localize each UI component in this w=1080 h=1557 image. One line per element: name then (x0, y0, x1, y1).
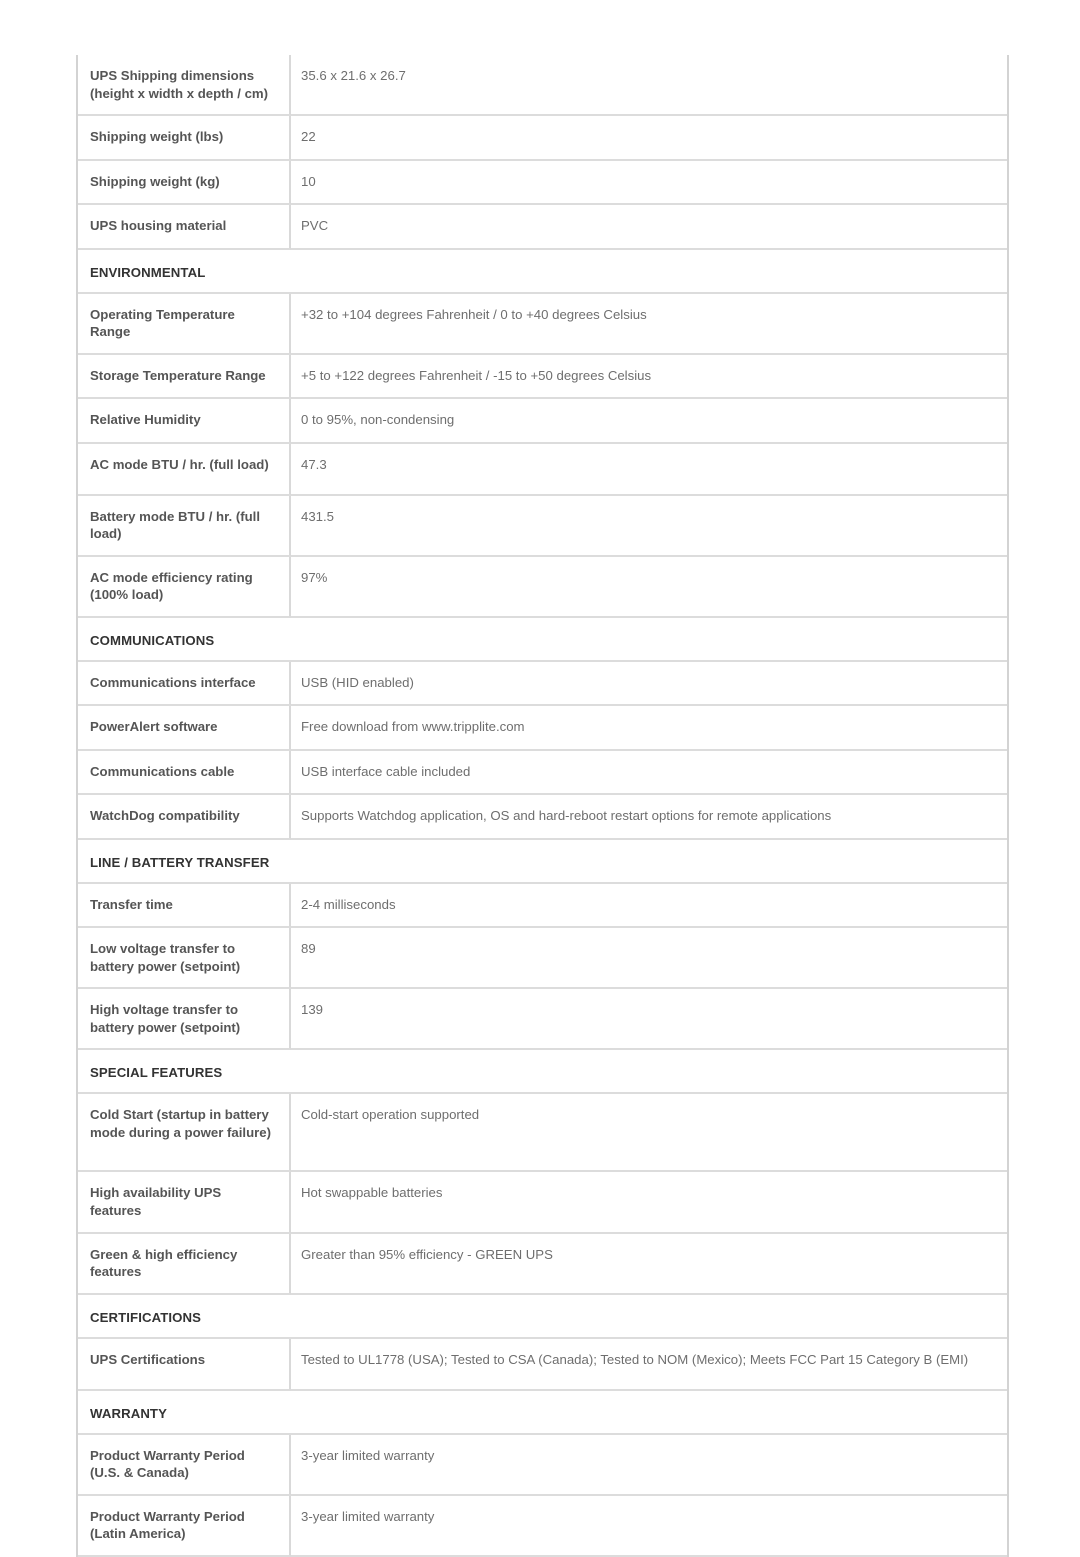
spec-label: Communications interface (78, 661, 291, 707)
spec-value: PVC (291, 205, 1007, 250)
spec-row: Product Warranty Period (Latin America) 3… (78, 1495, 1007, 1557)
spec-section-title: WARRANTY (78, 1390, 1007, 1435)
spec-label: Shipping weight (kg) (78, 160, 291, 206)
specification-page: UPS Shipping dimensions (height x width … (0, 0, 1080, 1557)
spec-value: 97% (291, 557, 1007, 618)
spec-row: UPS Shipping dimensions (height x width … (78, 55, 1007, 117)
spec-row: Transfer time 2-4 milliseconds (78, 883, 1007, 929)
spec-label: High voltage transfer to battery power (… (78, 989, 291, 1051)
spec-section-header-row: ENVIRONMENTAL (78, 249, 1007, 294)
spec-label: Relative Humidity (78, 399, 291, 444)
spec-value: 3-year limited warranty (291, 1496, 1007, 1557)
spec-section-header-row: CERTIFICATIONS (78, 1294, 1007, 1339)
spec-row: Storage Temperature Range +5 to +122 degr… (78, 354, 1007, 400)
spec-row: AC mode efficiency rating (100% load) 97% (78, 556, 1007, 618)
spec-value: 47.3 (291, 444, 1007, 496)
spec-value: 35.6 x 21.6 x 26.7 (291, 55, 1007, 117)
spec-value: 89 (291, 928, 1007, 990)
spec-value: 2-4 milliseconds (291, 884, 1007, 929)
spec-value: USB (HID enabled) (291, 662, 1007, 707)
spec-label: Communications cable (78, 750, 291, 796)
spec-row: High voltage transfer to battery power (… (78, 989, 1007, 1051)
spec-row: Communications cable USB interface cable … (78, 750, 1007, 796)
spec-value: Free download from www.tripplite.com (291, 706, 1007, 751)
spec-section-title: CERTIFICATIONS (78, 1294, 1007, 1339)
spec-value: Tested to UL1778 (USA); Tested to CSA (C… (291, 1339, 1007, 1391)
spec-section-title: SPECIAL FEATURES (78, 1050, 1007, 1095)
spec-value: Cold-start operation supported (291, 1094, 1007, 1173)
spec-section-title: COMMUNICATIONS (78, 617, 1007, 662)
spec-label: AC mode efficiency rating (100% load) (78, 556, 291, 618)
spec-label: AC mode BTU / hr. (full load) (78, 443, 291, 496)
specifications-table-body: UPS Shipping dimensions (height x width … (78, 55, 1007, 1557)
spec-label: UPS housing material (78, 205, 291, 250)
spec-value: 0 to 95%, non-condensing (291, 399, 1007, 444)
spec-row: PowerAlert software Free download from ww… (78, 706, 1007, 751)
spec-value: 10 (291, 161, 1007, 206)
spec-row: UPS housing material PVC (78, 205, 1007, 250)
spec-value: 22 (291, 116, 1007, 161)
spec-section-title: ENVIRONMENTAL (78, 249, 1007, 294)
spec-row: Relative Humidity 0 to 95%, non-condensin… (78, 399, 1007, 444)
spec-section-header-row: SPECIAL FEATURES (78, 1050, 1007, 1095)
spec-label: UPS Certifications (78, 1338, 291, 1391)
spec-label: Shipping weight (lbs) (78, 116, 291, 161)
spec-label: PowerAlert software (78, 706, 291, 751)
spec-label: Operating Temperature Range (78, 293, 291, 355)
spec-row: Communications interface USB (HID enabled… (78, 661, 1007, 707)
spec-label: Green & high efficiency features (78, 1233, 291, 1295)
spec-section-title: LINE / BATTERY TRANSFER (78, 839, 1007, 884)
spec-row: Battery mode BTU / hr. (full load) 431.5 (78, 495, 1007, 557)
spec-label: Cold Start (startup in battery mode duri… (78, 1094, 291, 1173)
spec-row: Shipping weight (lbs) 22 (78, 116, 1007, 161)
spec-value: USB interface cable included (291, 751, 1007, 796)
spec-value: 3-year limited warranty (291, 1435, 1007, 1496)
spec-row: Cold Start (startup in battery mode duri… (78, 1094, 1007, 1173)
spec-label: Battery mode BTU / hr. (full load) (78, 495, 291, 557)
spec-label: UPS Shipping dimensions (height x width … (78, 55, 291, 117)
spec-section-header-row: LINE / BATTERY TRANSFER (78, 839, 1007, 884)
spec-label: WatchDog compatibility (78, 795, 291, 840)
spec-value: 431.5 (291, 496, 1007, 557)
spec-row: Green & high efficiency features Greater … (78, 1233, 1007, 1295)
specifications-table: UPS Shipping dimensions (height x width … (76, 55, 1009, 1557)
spec-value: +5 to +122 degrees Fahrenheit / -15 to +… (291, 355, 1007, 400)
spec-row: Shipping weight (kg) 10 (78, 160, 1007, 206)
spec-section-header-row: WARRANTY (78, 1390, 1007, 1435)
spec-value: +32 to +104 degrees Fahrenheit / 0 to +4… (291, 294, 1007, 355)
spec-label: Product Warranty Period (U.S. & Canada) (78, 1434, 291, 1496)
spec-label: Product Warranty Period (Latin America) (78, 1495, 291, 1557)
spec-label: Storage Temperature Range (78, 354, 291, 400)
spec-row: Product Warranty Period (U.S. & Canada) 3… (78, 1434, 1007, 1496)
spec-row: AC mode BTU / hr. (full load) 47.3 (78, 443, 1007, 496)
spec-value: Greater than 95% efficiency - GREEN UPS (291, 1234, 1007, 1295)
spec-label: High availability UPS features (78, 1172, 291, 1234)
spec-label: Low voltage transfer to battery power (s… (78, 928, 291, 990)
spec-row: Operating Temperature Range +32 to +104 d… (78, 293, 1007, 355)
spec-row: UPS Certifications Tested to UL1778 (USA)… (78, 1338, 1007, 1391)
spec-row: Low voltage transfer to battery power (s… (78, 928, 1007, 990)
spec-value: 139 (291, 989, 1007, 1051)
spec-row: High availability UPS features Hot swappa… (78, 1172, 1007, 1234)
spec-section-header-row: COMMUNICATIONS (78, 617, 1007, 662)
spec-value: Supports Watchdog application, OS and ha… (291, 795, 1007, 840)
spec-value: Hot swappable batteries (291, 1172, 1007, 1234)
spec-label: Transfer time (78, 883, 291, 929)
spec-row: WatchDog compatibility Supports Watchdog … (78, 795, 1007, 840)
